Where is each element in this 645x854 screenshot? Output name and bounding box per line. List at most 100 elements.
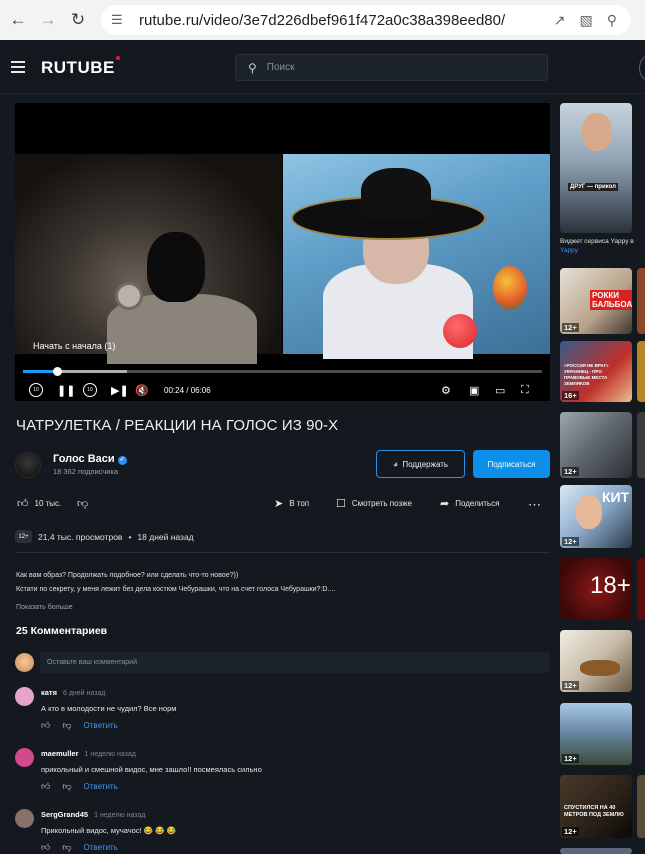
comment-author[interactable]: SergGrand45 1 неделю назад <box>41 810 145 819</box>
open-in-app-icon[interactable]: ↗ <box>554 12 566 29</box>
video-frame-right <box>283 154 550 359</box>
search-icon[interactable]: ⚲ <box>248 61 257 75</box>
search-placeholder: Поиск <box>266 62 295 73</box>
recommended-video-thumbnail[interactable]: ДРУГ — прикол <box>560 103 632 233</box>
to-top-button[interactable]: ➤ В топ <box>274 497 309 510</box>
recommended-video-thumbnail[interactable]: 12+ <box>560 412 632 478</box>
theater-mode-icon[interactable]: ▭ <box>495 384 505 397</box>
thumbnail-edge[interactable] <box>637 268 645 334</box>
description-line: Кстати по секрету, у меня лежит без дела… <box>16 586 336 593</box>
forward-10-icon[interactable]: 10 <box>83 383 97 397</box>
thumbnail-text: КИТ <box>602 489 630 505</box>
picture-in-picture-icon[interactable]: ▣ <box>469 384 479 397</box>
bookmark-icon: ☐ <box>336 498 346 510</box>
fullscreen-icon[interactable]: ⛶ <box>521 384 529 397</box>
publish-date: 18 дней назад <box>137 531 194 542</box>
comment-author[interactable]: maemuller 1 неделю назад <box>41 749 136 758</box>
rutube-logo[interactable]: RUTUBE <box>41 56 120 78</box>
age-rating-badge: 12+ <box>562 467 579 476</box>
thumbnail-edge[interactable] <box>637 558 645 620</box>
volume-muted-icon[interactable]: 🔇 <box>135 384 149 397</box>
settings-gear-icon[interactable]: ⚙ <box>441 384 451 397</box>
thumbs-down-icon[interactable]: 👎︎ <box>62 842 71 853</box>
subscribe-button[interactable]: Подписаться <box>473 450 550 478</box>
zoom-icon[interactable]: ⚲ <box>607 12 617 29</box>
thumbs-down-icon[interactable]: 👎︎ <box>62 720 71 731</box>
back-icon[interactable]: ← <box>3 5 33 35</box>
thumbnail-edge[interactable] <box>637 341 645 402</box>
age-rating-badge: 12+ <box>562 537 579 546</box>
time-display: 00:24 / 06:06 <box>164 385 211 395</box>
verified-icon: ✓ <box>117 456 127 465</box>
comment-author[interactable]: катя 6 дней назад <box>41 688 105 697</box>
dislike-button[interactable]: 👎︎ <box>77 497 94 510</box>
more-options-icon[interactable]: ⋯ <box>528 497 541 513</box>
channel-name[interactable]: Голос Васи ✓ <box>53 453 127 465</box>
next-video-icon[interactable]: ▶❚ <box>111 384 129 397</box>
sponsor-link[interactable]: Yappy <box>560 246 645 255</box>
video-player[interactable]: Начать с начала (1) 10 ❚❚ 10 ▶❚ 🔇 00:24 … <box>15 103 550 401</box>
address-bar[interactable]: ☰ rutube.ru/video/3e7d226dbef961f472a0c3… <box>101 5 631 35</box>
thumbs-up-icon[interactable]: 👍︎ <box>41 842 50 853</box>
watch-later-button[interactable]: ☐ Смотреть позже <box>336 497 412 510</box>
commenter-avatar[interactable] <box>15 687 34 706</box>
channel-avatar[interactable] <box>15 452 41 478</box>
recommended-video-thumbnail[interactable]: «РОССИЯ НЕ ВРАГ» УКРАИНЕЦ - ПРО ПРАВОВЫЕ… <box>560 341 632 402</box>
forward-icon[interactable]: → <box>33 5 63 35</box>
share-button[interactable]: ➦ Поделиться <box>440 497 499 510</box>
recommended-video-thumbnail[interactable]: СПУСТИЛСЯ НА 40 МЕТРОВ ПОД ЗЕМЛЮ 12+ <box>560 775 632 838</box>
thumbnail-text: «РОССИЯ НЕ ВРАГ» УКРАИНЕЦ - ПРО ПРАВОВЫЕ… <box>564 363 609 386</box>
age-rating-badge: 12+ <box>562 323 579 332</box>
age-rating-badge: 12+ <box>562 754 579 763</box>
thumbs-down-icon[interactable]: 👎︎ <box>62 781 71 792</box>
profile-avatar[interactable] <box>639 55 645 81</box>
description-line: Как вам образ? Продолжать подобное? или … <box>16 572 239 579</box>
site-settings-icon[interactable]: ☰ <box>111 12 131 28</box>
player-controls: 10 ❚❚ 10 ▶❚ 🔇 00:24 / 06:06 ⚙ ▣ ▭ ⛶ <box>15 380 550 400</box>
thumbnail-text: 18+ <box>590 572 631 599</box>
reply-button[interactable]: Ответить <box>84 721 118 730</box>
video-meta: 12+ 21,4 тыс. просмотров • 18 дней назад <box>15 530 194 543</box>
comment-input[interactable]: Оставьте ваш комментарий <box>40 652 550 673</box>
age-rating-badge: 12+ <box>15 530 32 543</box>
video-frame-left <box>15 154 282 364</box>
sponsored-caption[interactable]: Виджет сервиса Yappy в Yappy <box>560 237 645 255</box>
reply-button[interactable]: Ответить <box>84 782 118 791</box>
recommended-video-thumbnail[interactable]: 18+ <box>560 558 632 620</box>
show-more-link[interactable]: Показать больше <box>16 604 73 611</box>
progress-bar[interactable] <box>23 367 542 376</box>
support-button[interactable]: ◕ Поддержать <box>376 450 465 478</box>
search-input[interactable]: ⚲ Поиск <box>235 54 548 81</box>
recommended-video-thumbnail[interactable] <box>560 848 632 854</box>
restart-tooltip[interactable]: Начать с начала (1) <box>31 339 121 351</box>
recommended-video-thumbnail[interactable]: 12+ <box>560 630 632 692</box>
age-rating-badge: 12+ <box>562 827 579 836</box>
like-button[interactable]: 👍︎ 10 тыс. <box>17 497 61 510</box>
pause-icon[interactable]: ❚❚ <box>57 384 75 397</box>
menu-icon[interactable] <box>11 61 25 76</box>
comment-item: катя 6 дней назад А кто в молодости не чу… <box>15 687 550 737</box>
thumbnail-edge[interactable] <box>637 775 645 838</box>
thumbs-up-icon[interactable]: 👍︎ <box>41 720 50 731</box>
commenter-avatar[interactable] <box>15 809 34 828</box>
recommended-video-thumbnail[interactable]: 12+ <box>560 703 632 765</box>
commenter-avatar[interactable] <box>15 748 34 767</box>
comment-item: SergGrand45 1 неделю назад Прикольный вид… <box>15 809 550 854</box>
reload-icon[interactable]: ↻ <box>63 5 93 35</box>
thumbnail-text: ДРУГ — прикол <box>568 183 618 191</box>
recommended-video-thumbnail[interactable]: КИТ 12+ <box>560 485 632 548</box>
comments-heading: 25 Комментариев <box>16 625 108 637</box>
age-rating-badge: 12+ <box>562 681 579 690</box>
recommended-video-thumbnail[interactable]: РОККИ БАЛЬБОА 12+ <box>560 268 632 334</box>
translate-icon[interactable]: ▧ <box>580 12 593 29</box>
url-text[interactable]: rutube.ru/video/3e7d226dbef961f472a0c38a… <box>139 12 505 29</box>
thumbs-up-icon: 👍︎ <box>17 498 29 510</box>
thumbs-up-icon[interactable]: 👍︎ <box>41 781 50 792</box>
age-rating-badge: 16+ <box>562 391 579 400</box>
thumbnail-edge[interactable] <box>637 412 645 478</box>
comment-text: прикольный и смешной видос, мне зашло!! … <box>41 765 262 774</box>
rewind-10-icon[interactable]: 10 <box>29 383 43 397</box>
progress-handle[interactable] <box>53 367 63 376</box>
played-bar <box>23 370 58 373</box>
reply-button[interactable]: Ответить <box>84 843 118 852</box>
